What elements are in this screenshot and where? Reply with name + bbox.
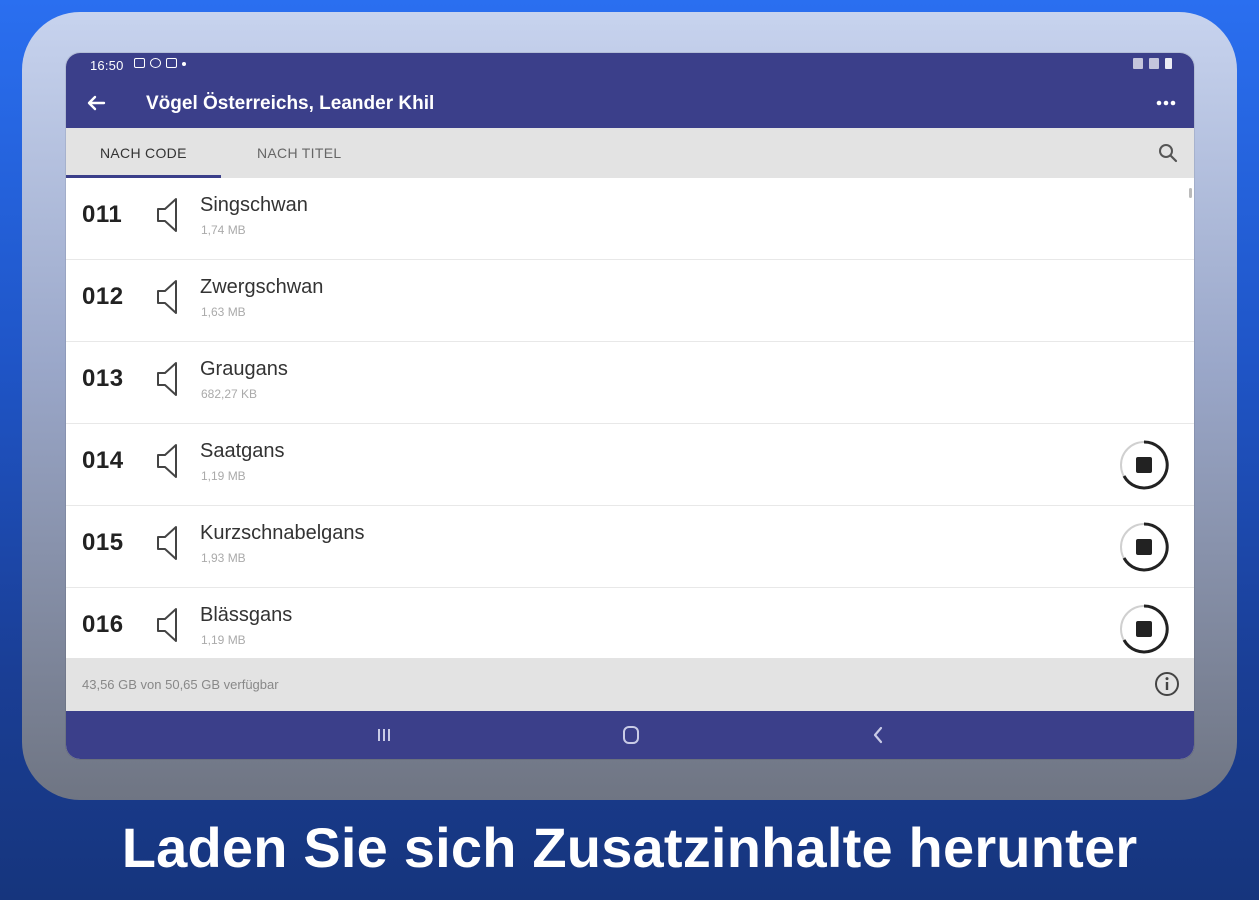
track-code: 011 bbox=[82, 201, 123, 228]
back-nav-icon[interactable] bbox=[863, 721, 893, 749]
mute-icon bbox=[1133, 58, 1143, 69]
info-icon[interactable] bbox=[1154, 671, 1180, 697]
device-screen: 16:50 Vögel Österreichs, Leander Khil NA… bbox=[66, 53, 1194, 759]
list-item[interactable]: 016 Blässgans 1,19 MB bbox=[66, 588, 1194, 658]
stop-download-icon[interactable] bbox=[1118, 439, 1170, 491]
stop-download-icon[interactable] bbox=[1118, 603, 1170, 655]
track-name: Saatgans bbox=[200, 440, 285, 462]
speaker-icon[interactable] bbox=[154, 277, 184, 317]
page-title: Vögel Österreichs, Leander Khil bbox=[146, 93, 435, 114]
track-name: Graugans bbox=[200, 358, 288, 380]
track-code: 016 bbox=[82, 611, 124, 638]
list-item[interactable]: 014 Saatgans 1,19 MB bbox=[66, 424, 1194, 506]
track-code: 013 bbox=[82, 365, 124, 392]
wifi-icon bbox=[1149, 58, 1159, 69]
status-system-icons bbox=[1133, 58, 1172, 69]
speaker-icon[interactable] bbox=[154, 523, 184, 563]
track-code: 014 bbox=[82, 447, 124, 474]
status-time: 16:50 bbox=[90, 58, 124, 73]
track-size: 682,27 KB bbox=[201, 387, 258, 401]
speaker-icon[interactable] bbox=[154, 195, 184, 235]
tab-bar: NACH CODE NACH TITEL bbox=[66, 128, 1194, 178]
track-size: 1,63 MB bbox=[201, 305, 246, 319]
track-size: 1,74 MB bbox=[201, 223, 246, 237]
list-item[interactable]: 015 Kurzschnabelgans 1,93 MB bbox=[66, 506, 1194, 588]
search-icon[interactable] bbox=[1156, 141, 1180, 165]
more-horizontal-icon[interactable] bbox=[1152, 89, 1180, 117]
speaker-icon[interactable] bbox=[154, 441, 184, 481]
track-size: 1,19 MB bbox=[201, 633, 246, 647]
track-name: Blässgans bbox=[200, 604, 293, 626]
recent-apps-icon[interactable] bbox=[369, 721, 399, 749]
gallery-icon bbox=[134, 58, 145, 68]
track-list: 011 Singschwan 1,74 MB 012 Zwergschwan 1,63 M… bbox=[66, 178, 1194, 658]
track-code: 015 bbox=[82, 529, 124, 556]
tab-nach-titel[interactable]: NACH TITEL bbox=[257, 128, 341, 178]
list-item[interactable]: 011 Singschwan 1,74 MB bbox=[66, 178, 1194, 260]
storage-info-text: 43,56 GB von 50,65 GB verfügbar bbox=[82, 677, 279, 692]
promo-caption: Laden Sie sich Zusatzinhalte herunter bbox=[121, 816, 1138, 879]
storage-footer: 43,56 GB von 50,65 GB verfügbar bbox=[66, 658, 1194, 711]
track-code: 012 bbox=[82, 283, 124, 310]
list-item[interactable]: 013 Graugans 682,27 KB bbox=[66, 342, 1194, 424]
track-name: Zwergschwan bbox=[200, 276, 324, 298]
track-name: Singschwan bbox=[200, 194, 308, 216]
messenger-icon bbox=[150, 58, 161, 68]
tab-nach-code[interactable]: NACH CODE bbox=[66, 128, 221, 178]
app-bar: Vögel Österreichs, Leander Khil bbox=[66, 79, 1194, 128]
status-notification-icons bbox=[134, 58, 186, 68]
home-icon[interactable] bbox=[616, 721, 646, 749]
arrow-left-icon[interactable] bbox=[82, 89, 110, 117]
battery-icon bbox=[1165, 58, 1172, 69]
track-size: 1,19 MB bbox=[201, 469, 246, 483]
more-notifications-icon bbox=[182, 62, 186, 66]
list-item[interactable]: 012 Zwergschwan 1,63 MB bbox=[66, 260, 1194, 342]
speaker-icon[interactable] bbox=[154, 605, 184, 645]
status-bar: 16:50 bbox=[66, 53, 1194, 79]
speaker-icon[interactable] bbox=[154, 359, 184, 399]
stop-download-icon[interactable] bbox=[1118, 521, 1170, 573]
track-name: Kurzschnabelgans bbox=[200, 522, 365, 544]
track-size: 1,93 MB bbox=[201, 551, 246, 565]
message-icon bbox=[166, 58, 177, 68]
system-nav-bar bbox=[66, 711, 1194, 759]
